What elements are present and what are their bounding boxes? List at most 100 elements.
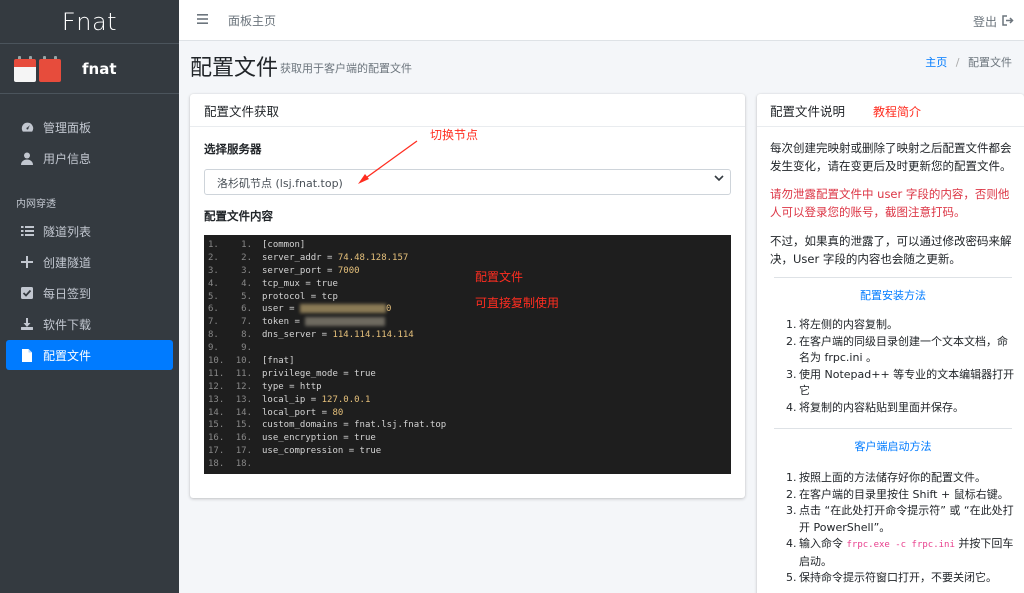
code-text: custom_domains = fnat.lsj.fnat.top — [262, 420, 447, 431]
sidebar-item-label: 软件下载 — [43, 317, 92, 332]
line-number: 17. — [235, 446, 252, 457]
brand-logo[interactable]: Fnat — [62, 8, 117, 36]
sidebar-item-create-tunnel[interactable]: 创建隧道 — [6, 247, 173, 277]
warning-paragraph: 请勿泄露配置文件中 user 字段的内容，否则他人可以登录您的账号，截图注意打码… — [770, 187, 1010, 219]
code-text: user = 0 — [262, 304, 392, 315]
user-panel: fnat — [0, 44, 179, 94]
line-number: 15. — [235, 420, 252, 431]
line-number: 12. — [235, 381, 252, 392]
sidebar-item-label: 隧道列表 — [43, 224, 92, 239]
line-number: 16. — [235, 433, 252, 444]
line-number: 18. — [235, 459, 252, 470]
code-line: 10. 10. [fnat] — [208, 355, 731, 368]
file-icon — [20, 348, 34, 362]
sidebar-item-dashboard[interactable]: 管理面板 — [6, 112, 173, 142]
line-number: 13. — [235, 394, 252, 405]
config-card-title: 配置文件获取 — [190, 94, 745, 127]
code-text: privilege_mode = true — [262, 368, 376, 379]
code-text: type = http — [262, 381, 322, 392]
code-line: 7. 7. token = — [208, 316, 731, 329]
list-item: 5. 保持命令提示符窗口打开，不要关闭它。 — [786, 571, 997, 584]
top-navbar: 面板主页 登出 — [179, 0, 1024, 41]
sidebar-item-user-info[interactable]: 用户信息 — [6, 143, 173, 173]
menu-toggle-icon[interactable] — [197, 13, 208, 28]
line-number: 15. — [208, 420, 225, 431]
page-subtitle: 获取用于客户端的配置文件 — [280, 62, 412, 75]
code-line: 17. 17. use_compression = true — [208, 445, 731, 458]
sidebar-item-label: 每日签到 — [43, 286, 92, 301]
list-item: 1. 按照上面的方法储存好你的配置文件。 — [786, 471, 986, 484]
line-number: 2. — [241, 252, 252, 263]
code-line: 15. 15. custom_domains = fnat.lsj.fnat.top — [208, 419, 731, 432]
server-select-value: 洛杉矶节点 (lsj.fnat.top) — [217, 177, 343, 190]
content-header: 配置文件 获取用于客户端的配置文件 主页 / 配置文件 — [179, 41, 1024, 91]
calendar-icon — [14, 55, 36, 82]
line-number: 14. — [208, 407, 225, 418]
redacted-value — [305, 317, 386, 327]
logout-button[interactable]: 登出 — [973, 13, 1014, 30]
line-number: 16. — [208, 433, 225, 444]
code-text: [common] — [262, 240, 306, 250]
page-title: 配置文件 — [190, 56, 279, 81]
config-code-block[interactable]: 1. 1. [common] 2. 2. server_addr = 74.48.128.… — [204, 235, 731, 474]
line-number: 10. — [235, 356, 252, 367]
line-number: 11. — [235, 368, 252, 379]
line-number: 4. — [241, 278, 252, 289]
sidebar: Fnat fnat 管理面板 用户信息 内网穿透 隧道列表 创建隧道 每日签到 … — [0, 0, 179, 593]
brand[interactable]: Fnat — [0, 0, 179, 44]
sidebar-item-label: 管理面板 — [43, 120, 92, 135]
code-line: 5. 5. protocol = tcp — [208, 291, 731, 304]
code-line: 13. 13. local_ip = 127.0.0.1 — [208, 394, 731, 407]
line-number: 2. — [208, 252, 219, 263]
top-nav-home-link[interactable]: 面板主页 — [228, 12, 276, 29]
annotation-config-file: 配置文件 — [475, 270, 524, 284]
code-text: tcp_mux = true — [262, 278, 338, 289]
sidebar-item-label: 用户信息 — [43, 151, 92, 166]
breadcrumb-current: 配置文件 — [968, 56, 1012, 69]
code-text: server_addr = 74.48.128.157 — [262, 252, 409, 263]
code-value: 74.48.128.157 — [337, 252, 409, 263]
code-text: protocol = tcp — [262, 291, 338, 302]
instructions-card: 配置文件说明 每次创建完映射或删除了映射之后配置文件都会发生变化，请在变更后及时… — [757, 94, 1024, 593]
sidebar-item-label: 配置文件 — [43, 348, 92, 363]
line-number: 18. — [208, 459, 225, 470]
config-card: 配置文件获取 选择服务器 洛杉矶节点 (lsj.fnat.top) 配置文件内容… — [190, 94, 745, 498]
code-text: [fnat] — [262, 356, 295, 367]
code-text: server_port = 7000 — [262, 265, 360, 276]
instructions-paragraph: 不过，如果真的泄露了，可以通过修改密码来解决，User 字段的内容也会随之更新。 — [770, 234, 1012, 266]
code-line: 18. 18. — [208, 458, 731, 471]
server-select[interactable]: 洛杉矶节点 (lsj.fnat.top) — [204, 169, 731, 195]
breadcrumb-separator: / — [955, 56, 960, 69]
sidebar-item-daily-checkin[interactable]: 每日签到 — [6, 278, 173, 308]
chevron-down-icon — [714, 174, 724, 185]
command-code[interactable]: frpc.exe -c frpc.ini — [847, 540, 955, 550]
server-label: 选择服务器 — [204, 142, 262, 156]
sidebar-item-config-file[interactable]: 配置文件 — [6, 340, 173, 370]
line-number: 7. — [208, 317, 219, 328]
instructions-paragraph: 每次创建完映射或删除了映射之后配置文件都会发生变化，请在变更后及时更新您的配置文… — [770, 141, 1012, 173]
line-number: 5. — [208, 291, 219, 302]
code-line: 6. 6. user = 0 — [208, 303, 731, 316]
line-number: 8. — [241, 330, 252, 341]
line-number: 6. — [208, 304, 219, 315]
breadcrumb-home[interactable]: 主页 — [925, 56, 947, 69]
breadcrumb: 主页 / 配置文件 — [925, 54, 1012, 70]
sign-out-icon — [1002, 14, 1014, 29]
line-number: 9. — [208, 343, 219, 354]
redacted-value — [299, 304, 386, 314]
start-steps: 1. 按照上面的方法储存好你的配置文件。 2. 在客户端的目录里按住 Shift +… — [786, 470, 1018, 587]
code-line: 9. 9. — [208, 342, 731, 355]
nav-section-header: 内网穿透 — [16, 199, 56, 210]
code-line: 11. 11. privilege_mode = true — [208, 368, 731, 381]
annotation-arrow — [358, 140, 418, 184]
code-text: dns_server = 114.114.114.114 — [262, 330, 414, 341]
user-icon — [20, 151, 34, 165]
sidebar-item-software-download[interactable]: 软件下载 — [6, 309, 173, 339]
logout-label: 登出 — [972, 15, 997, 29]
code-line: 4. 4. tcp_mux = true — [208, 278, 731, 291]
line-number: 7. — [241, 317, 252, 328]
sidebar-item-tunnel-list[interactable]: 隧道列表 — [6, 216, 173, 246]
list-icon — [20, 224, 34, 238]
line-number: 14. — [235, 407, 252, 418]
user-name[interactable]: fnat — [82, 60, 117, 78]
